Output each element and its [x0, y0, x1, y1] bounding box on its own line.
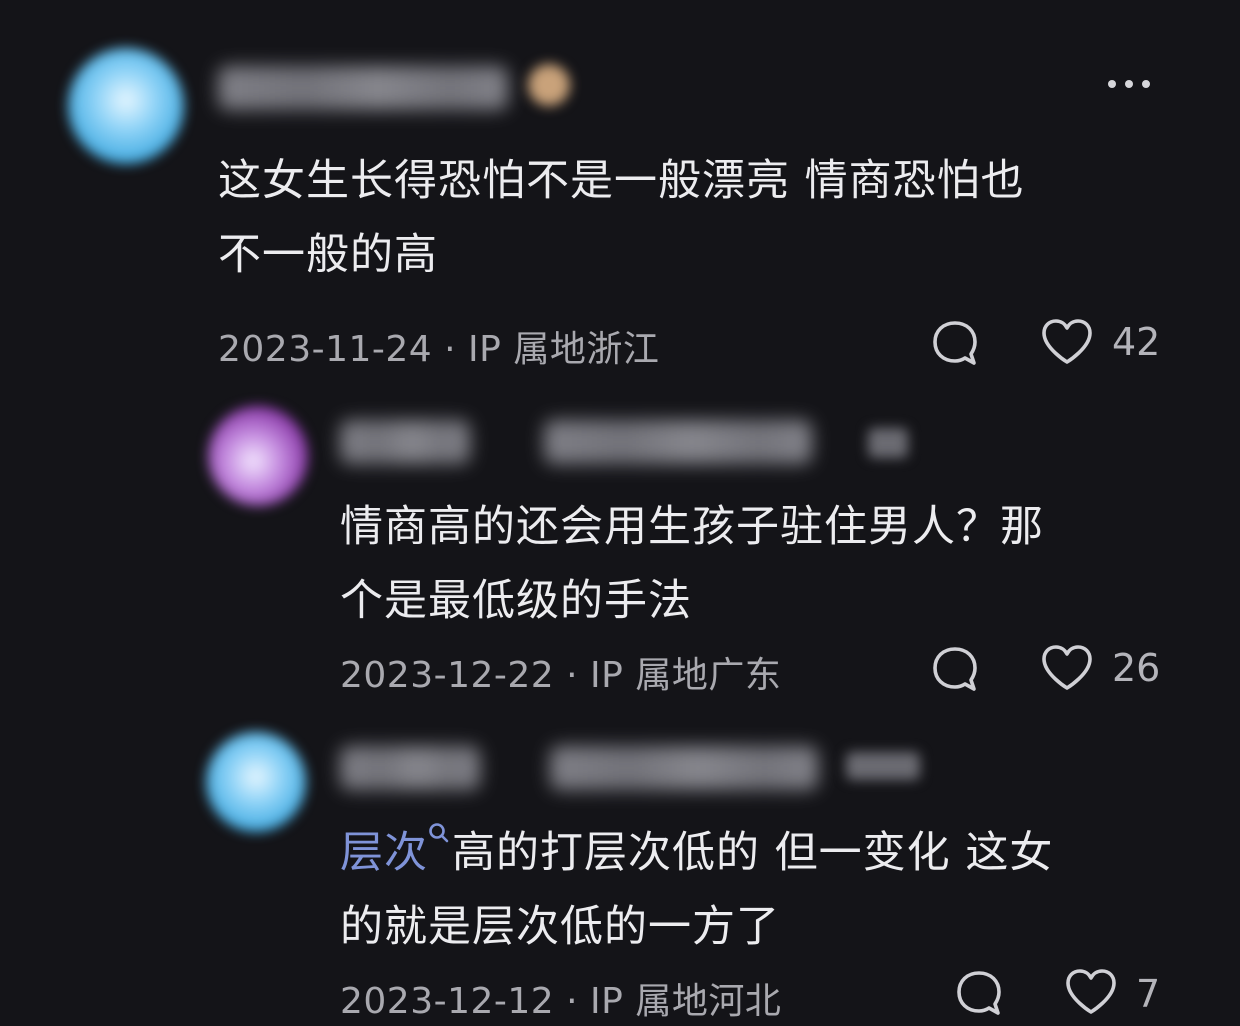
reply-badge-icon [868, 428, 908, 458]
avatar[interactable] [208, 406, 308, 506]
comment-meta: 2023-11-24 · IP 属地浙江 [218, 320, 659, 372]
ip-location: · IP 属地广东 [566, 655, 782, 696]
comment-text-line: 情商高的还会用生孩子驻住男人？那 [340, 502, 1044, 552]
search-icon[interactable] [428, 822, 450, 846]
comment-meta: 2023-12-12 · IP 属地河北 [340, 972, 781, 1024]
comment-text: 这女生长得恐怕不是一般漂亮 情商恐怕也 不一般的高 [218, 144, 1025, 292]
ip-location: · IP 属地河北 [566, 981, 782, 1022]
avatar[interactable] [68, 48, 184, 164]
username-blurred[interactable] [218, 66, 508, 110]
reply-bubble-icon[interactable] [954, 968, 1004, 1018]
comment-meta: 2023-12-22 · IP 属地广东 [340, 646, 781, 698]
reply-bubble-icon[interactable] [930, 644, 980, 694]
reply-bubble-icon[interactable] [930, 318, 980, 368]
comment-date: 2023-11-24 [218, 329, 433, 370]
comment-date: 2023-12-12 [340, 981, 555, 1022]
comment-text-rest: 高的打层次低的 但一变化 这女 [452, 828, 1054, 878]
username-blurred[interactable] [340, 746, 480, 790]
user-badge-icon [528, 64, 570, 106]
username-blurred[interactable] [340, 420, 470, 464]
reply-target-blurred[interactable] [544, 420, 812, 464]
reply-badge-icon [846, 752, 920, 780]
heart-icon[interactable] [1040, 318, 1094, 366]
like-count: 42 [1112, 320, 1161, 364]
heart-icon[interactable] [1064, 968, 1118, 1016]
comment-text-line: 层次 高的打层次低的 但一变化 这女 [340, 816, 1053, 890]
heart-icon[interactable] [1040, 644, 1094, 692]
like-count: 7 [1136, 972, 1161, 1016]
ip-location: · IP 属地浙江 [444, 329, 660, 370]
comment-text-line: 的就是层次低的一方了 [340, 902, 780, 952]
comment-date: 2023-12-22 [340, 655, 555, 696]
more-icon[interactable] [1108, 80, 1150, 88]
keyword-link[interactable]: 层次 [340, 828, 428, 878]
comment-thread: 这女生长得恐怕不是一般漂亮 情商恐怕也 不一般的高 2023-11-24 · I… [0, 0, 1240, 1026]
comment-text-line: 不一般的高 [218, 230, 438, 280]
like-count: 26 [1112, 646, 1161, 690]
comment-text-line: 个是最低级的手法 [340, 576, 692, 626]
comment-text-line: 这女生长得恐怕不是一般漂亮 情商恐怕也 [218, 156, 1025, 206]
comment-text: 层次 高的打层次低的 但一变化 这女 的就是层次低的一方了 [340, 816, 1053, 964]
avatar[interactable] [206, 732, 306, 832]
reply-target-blurred[interactable] [550, 746, 818, 790]
comment-text: 情商高的还会用生孩子驻住男人？那 个是最低级的手法 [340, 490, 1044, 638]
